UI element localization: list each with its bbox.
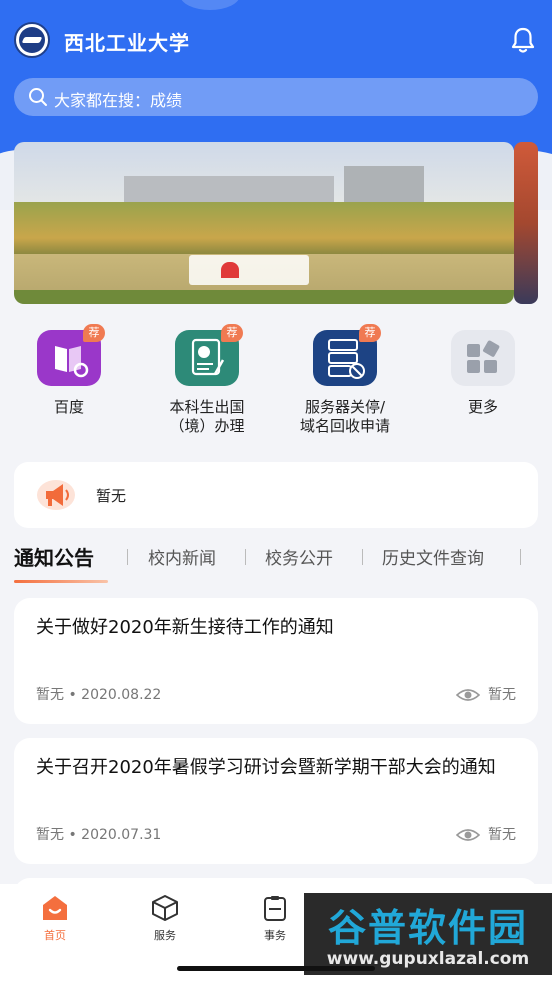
article-view-count: 暂无 <box>488 827 516 843</box>
service-label-line1: 服务器关停/ <box>304 398 386 416</box>
bell-icon[interactable] <box>510 26 536 54</box>
service-label: 百度 <box>53 398 84 416</box>
cube-icon <box>152 895 178 921</box>
article-title: 关于召开2020年暑假学习研讨会暨新学期干部大会的通知 <box>36 757 496 778</box>
tab-divider <box>362 549 363 565</box>
notice-bar[interactable]: 暂无 <box>14 462 538 528</box>
app-header: 西北工业大学 <box>0 18 552 62</box>
active-tab-indicator <box>14 580 108 583</box>
eye-icon <box>456 689 480 701</box>
document-edit-icon: 荐 <box>175 324 243 386</box>
news-tabs: 通知公告 校内新闻 校务公开 历史文件查询 <box>14 544 552 584</box>
article-source: 暂无 <box>36 827 64 843</box>
tab-divider <box>127 549 128 565</box>
article-source: 暂无 <box>36 687 64 703</box>
service-grid: 荐 百度 荐 本科生出国 （境）办理 荐 服务器关停/ 域名回收申请 更多 <box>0 324 552 440</box>
article-date: 2020.07.31 <box>81 827 162 843</box>
tab-campus-news[interactable]: 校内新闻 <box>148 544 216 569</box>
article-meta: 暂无 • 2020.07.31 <box>36 827 162 843</box>
article-meta: 暂无 • 2020.08.22 <box>36 687 162 703</box>
banner-carousel[interactable] <box>14 142 514 304</box>
university-logo <box>14 22 50 58</box>
eye-icon <box>456 829 480 841</box>
service-label: 更多 <box>467 398 498 416</box>
tab-divider <box>520 549 521 565</box>
tabbar-label: 服务 <box>154 929 176 942</box>
article-date: 2020.08.22 <box>81 687 162 703</box>
service-label-line2: 域名回收申请 <box>299 417 390 435</box>
clipboard-icon <box>264 896 286 921</box>
decor-bubble <box>180 0 240 10</box>
tabbar-label: 事务 <box>264 929 286 942</box>
banner-next-slide[interactable] <box>514 142 538 304</box>
home-indicator <box>177 966 375 971</box>
tab-affairs-public[interactable]: 校务公开 <box>265 544 333 569</box>
service-item-server-shutdown[interactable]: 荐 服务器关停/ 域名回收申请 <box>276 324 414 436</box>
search-placeholder: 大家都在搜：成绩 <box>54 91 183 110</box>
tab-divider <box>245 549 246 565</box>
service-label: 本科生出国 （境）办理 <box>138 398 276 436</box>
article-title: 关于做好2020年新生接待工作的通知 <box>36 617 334 638</box>
search-bar[interactable]: 大家都在搜：成绩 <box>14 78 538 116</box>
site-watermark: 谷普软件园 www.gupuxlazal.com <box>304 893 552 975</box>
server-stop-icon: 荐 <box>313 324 381 386</box>
app-title: 西北工业大学 <box>64 31 190 55</box>
article-card[interactable]: 关于召开2020年暑假学习研讨会暨新学期干部大会的通知 暂无 • 2020.07… <box>14 738 538 864</box>
tab-announcements[interactable]: 通知公告 <box>14 542 94 571</box>
notice-text: 暂无 <box>96 487 127 505</box>
banner-sign <box>189 255 309 285</box>
service-label-line2: （境）办理 <box>169 417 245 435</box>
service-label: 服务器关停/ 域名回收申请 <box>276 398 414 436</box>
service-item-baidu[interactable]: 荐 百度 <box>0 324 138 417</box>
tabbar-affairs[interactable]: 事务 <box>245 894 305 943</box>
service-item-more[interactable]: 更多 <box>414 330 552 417</box>
article-view-count: 暂无 <box>488 687 516 703</box>
book-gear-icon: 荐 <box>37 324 105 386</box>
grid-more-icon <box>451 330 515 386</box>
recommend-badge: 荐 <box>359 324 381 342</box>
tab-history-docs[interactable]: 历史文件查询 <box>382 544 484 569</box>
service-label-line1: 本科生出国 <box>169 398 245 416</box>
tabbar-home[interactable]: 首页 <box>25 894 85 943</box>
megaphone-icon <box>37 480 75 510</box>
article-card[interactable]: 关于做好2020年新生接待工作的通知 暂无 • 2020.08.22 暂无 <box>14 598 538 724</box>
tabbar-label: 首页 <box>44 929 66 942</box>
watermark-cn: 谷普软件园 <box>327 906 528 950</box>
search-icon <box>29 88 47 106</box>
recommend-badge: 荐 <box>83 324 105 342</box>
article-views: 暂无 <box>456 684 516 704</box>
recommend-badge: 荐 <box>221 324 243 342</box>
tabbar-service[interactable]: 服务 <box>135 894 195 943</box>
article-views: 暂无 <box>456 824 516 844</box>
service-item-study-abroad[interactable]: 荐 本科生出国 （境）办理 <box>138 324 276 436</box>
home-icon <box>43 896 67 920</box>
